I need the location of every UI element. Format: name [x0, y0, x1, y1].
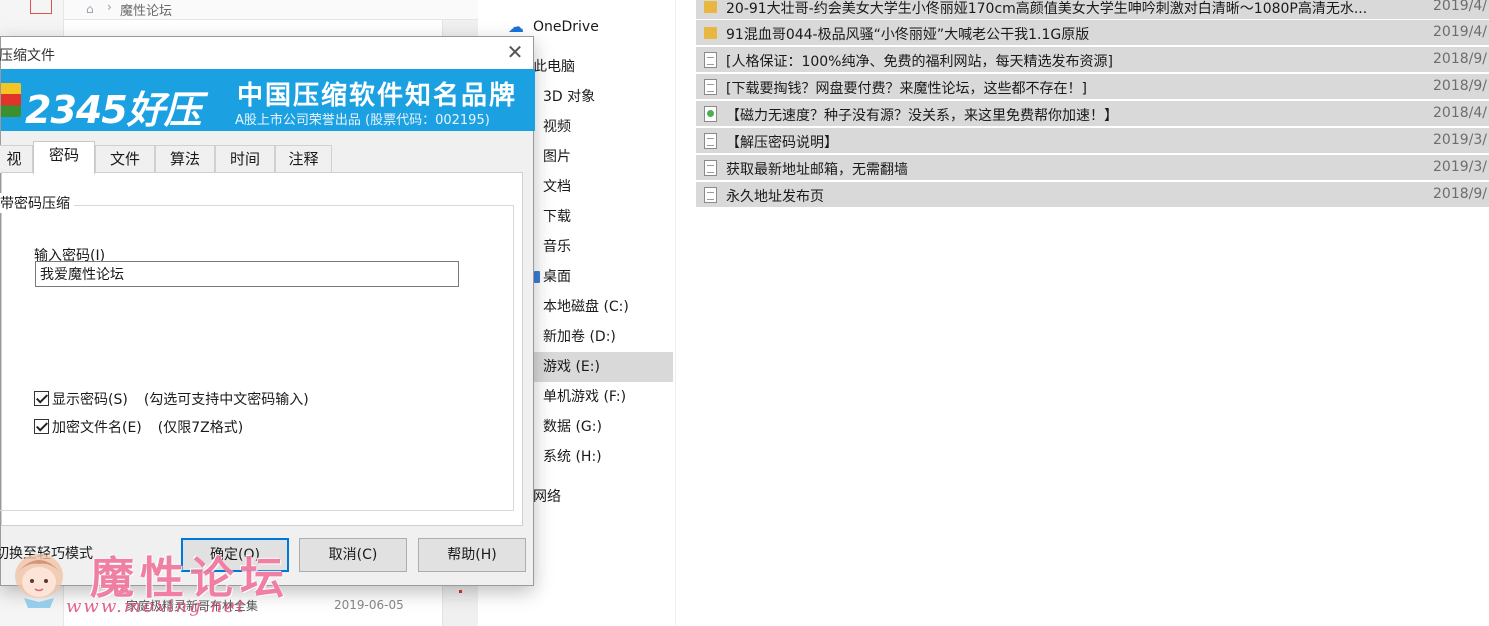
- text-file-icon: [704, 187, 717, 203]
- nav-item-label: 音乐: [543, 239, 571, 255]
- file-list: 20-91大壮哥-约会美女大学生小佟丽娅170cm高颜值美女大学生呻吟刺激对白清…: [696, 0, 1489, 209]
- text-file-icon: [704, 160, 717, 176]
- nav-item-label: 数据 (G:): [543, 419, 602, 435]
- desktop-icon: [534, 271, 540, 283]
- button-label: 帮助(H): [447, 547, 497, 563]
- nav-item-label: OneDrive: [533, 19, 599, 35]
- nav-item-label: 新加卷 (D:): [543, 329, 616, 345]
- checkbox-label: 显示密码(S): [52, 392, 128, 408]
- encrypt-filenames-checkbox[interactable]: 加密文件名(E) (仅限7Z格式): [34, 417, 243, 437]
- nav-item-label: 游戏 (E:): [543, 359, 600, 375]
- button-label: 确定(O): [210, 547, 260, 563]
- nav-item-label: 系统 (H:): [543, 449, 602, 465]
- breadcrumb-separator-icon: ›: [107, 0, 112, 14]
- text-file-icon: [704, 133, 717, 149]
- file-row[interactable]: 【解压密码说明】 2019/3/: [696, 128, 1489, 154]
- checkbox-label: 加密文件名(E): [52, 420, 142, 436]
- file-date: 2018/9/: [1433, 78, 1487, 94]
- dialog-footer: 切换至轻巧模式 确定(O) 取消(C) 帮助(H): [0, 535, 533, 585]
- breadcrumb[interactable]: 魔性论坛: [120, 0, 172, 19]
- text-file-icon: [704, 79, 717, 95]
- ok-button[interactable]: 确定(O): [181, 538, 289, 572]
- tab-algorithm[interactable]: 算法: [155, 145, 215, 173]
- compress-dialog: 压缩文件 ✕ 2345好压 中国压缩软件知名品牌 A股上市公司荣誉出品 (股票代…: [0, 36, 535, 586]
- red-marker: [459, 590, 462, 593]
- checkbox-checked-icon[interactable]: [34, 391, 49, 406]
- checkbox-hint: (仅限7Z格式): [157, 420, 244, 436]
- tab-label: 密码: [48, 146, 79, 164]
- tab-label: 注释: [288, 150, 319, 168]
- tab-files[interactable]: 文件: [95, 145, 155, 173]
- group-title: 带密码压缩: [0, 193, 74, 213]
- file-row[interactable]: 【磁力无速度？种子没有源？没关系，来这里免费帮你加速！】 2018/4/: [696, 101, 1489, 127]
- file-name: 20-91大壮哥-约会美女大学生小佟丽娅170cm高颜值美女大学生呻吟刺激对白清…: [726, 1, 1368, 17]
- file-row-name[interactable]: 家庭极精灵新哥布林全集: [126, 597, 258, 614]
- home-icon[interactable]: ⌂: [86, 2, 94, 16]
- file-row-date: 2019-06-05: [334, 598, 404, 612]
- text-file-icon: [704, 52, 717, 68]
- help-button[interactable]: 帮助(H): [418, 538, 526, 572]
- file-row[interactable]: 20-91大壮哥-约会美女大学生小佟丽娅170cm高颜值美女大学生呻吟刺激对白清…: [696, 0, 1489, 20]
- file-row[interactable]: [人格保证：100%纯净、免费的福利网站，每天精选发布资源] 2018/9/: [696, 47, 1489, 73]
- tab-label: 文件: [109, 150, 140, 168]
- button-label: 取消(C): [328, 547, 378, 563]
- file-date: 2019/3/: [1433, 132, 1487, 148]
- tab-label: 时间: [229, 150, 260, 168]
- close-icon[interactable]: ✕: [503, 41, 527, 65]
- file-date: 2019/3/: [1433, 159, 1487, 175]
- dialog-tabs: 视 密码 文件 算法 时间 注释: [0, 141, 533, 174]
- file-date: 2019/4/: [1433, 24, 1487, 40]
- switch-mode-button[interactable]: 切换至轻巧模式: [0, 538, 99, 572]
- show-password-checkbox[interactable]: 显示密码(S) (勾选可支持中文密码输入): [34, 389, 309, 409]
- nav-item-label: 图片: [543, 149, 571, 165]
- file-row[interactable]: 91混血哥044-极品风骚“小佟丽娅”大喊老公干我1.1G原版 2019/4/: [696, 20, 1489, 46]
- banner-slogan: 中国压缩软件知名品牌: [237, 81, 518, 111]
- file-date: 2018/9/: [1433, 186, 1487, 202]
- dialog-title: 压缩文件: [0, 48, 55, 64]
- brand-banner: 2345好压 中国压缩软件知名品牌 A股上市公司荣誉出品 (股票代码：00219…: [1, 69, 535, 131]
- file-name: 【磁力无速度？种子没有源？没关系，来这里免费帮你加速！】: [726, 108, 1118, 124]
- file-name: 91混血哥044-极品风骚“小佟丽娅”大喊老公干我1.1G原版: [726, 27, 1090, 43]
- file-name: [下载要掏钱？网盘要付费？来魔性论坛，这些都不存在！]: [726, 81, 1087, 97]
- file-date: 2018/9/: [1433, 51, 1487, 67]
- file-name: 【解压密码说明】: [726, 135, 838, 151]
- nav-item-label: 桌面: [543, 269, 571, 285]
- nav-item-label: 文档: [543, 179, 571, 195]
- file-row[interactable]: [下载要掏钱？网盘要付费？来魔性论坛，这些都不存在！] 2018/9/: [696, 74, 1489, 100]
- tab-label: 视: [6, 150, 22, 168]
- file-row[interactable]: 获取最新地址邮箱，无需翻墙 2019/3/: [696, 155, 1489, 181]
- tab-password[interactable]: 密码: [33, 141, 95, 174]
- checkbox-hint: (勾选可支持中文密码输入): [143, 392, 309, 408]
- banner-subtitle: A股上市公司荣誉出品 (股票代码：002195): [235, 113, 490, 128]
- password-input[interactable]: [35, 261, 459, 287]
- file-date: 2018/4/: [1433, 105, 1487, 121]
- tab-time[interactable]: 时间: [215, 145, 275, 173]
- banner-brand: 2345好压: [25, 88, 202, 131]
- button-label: 切换至轻巧模式: [0, 546, 93, 562]
- nav-item-label: 视频: [543, 119, 571, 135]
- url-shortcut-icon: [704, 106, 717, 122]
- file-row[interactable]: 永久地址发布页 2018/9/: [696, 182, 1489, 208]
- file-date: 2019/4/: [1433, 0, 1487, 14]
- nav-item-label: 单机游戏 (F:): [543, 389, 627, 405]
- nav-item-label: 此电脑: [533, 59, 575, 75]
- tab-general[interactable]: 视: [0, 145, 33, 173]
- nav-item-label: 网络: [533, 489, 561, 505]
- file-name: 获取最新地址邮箱，无需翻墙: [726, 162, 908, 178]
- checkbox-checked-icon[interactable]: [34, 419, 49, 434]
- folder-icon: [704, 1, 717, 13]
- nav-item-label: 本地磁盘 (C:): [543, 299, 629, 315]
- nav-item-label: 下载: [543, 209, 571, 225]
- folder-icon: [704, 27, 717, 39]
- file-name: [人格保证：100%纯净、免费的福利网站，每天精选发布资源]: [726, 54, 1113, 70]
- nav-item-label: 3D 对象: [543, 89, 596, 105]
- tab-label: 算法: [169, 150, 200, 168]
- tab-comment[interactable]: 注释: [275, 145, 332, 173]
- password-tab-panel: 带密码压缩 输入密码(I) 显示密码(S)(勾选可支持中文密码输入) 加密文件名…: [0, 172, 523, 526]
- file-name: 永久地址发布页: [726, 189, 824, 205]
- logo-icon: [1, 83, 21, 117]
- cancel-button[interactable]: 取消(C): [299, 538, 407, 572]
- red-highlight-box: [30, 0, 52, 14]
- dialog-titlebar[interactable]: 压缩文件 ✕: [0, 37, 533, 69]
